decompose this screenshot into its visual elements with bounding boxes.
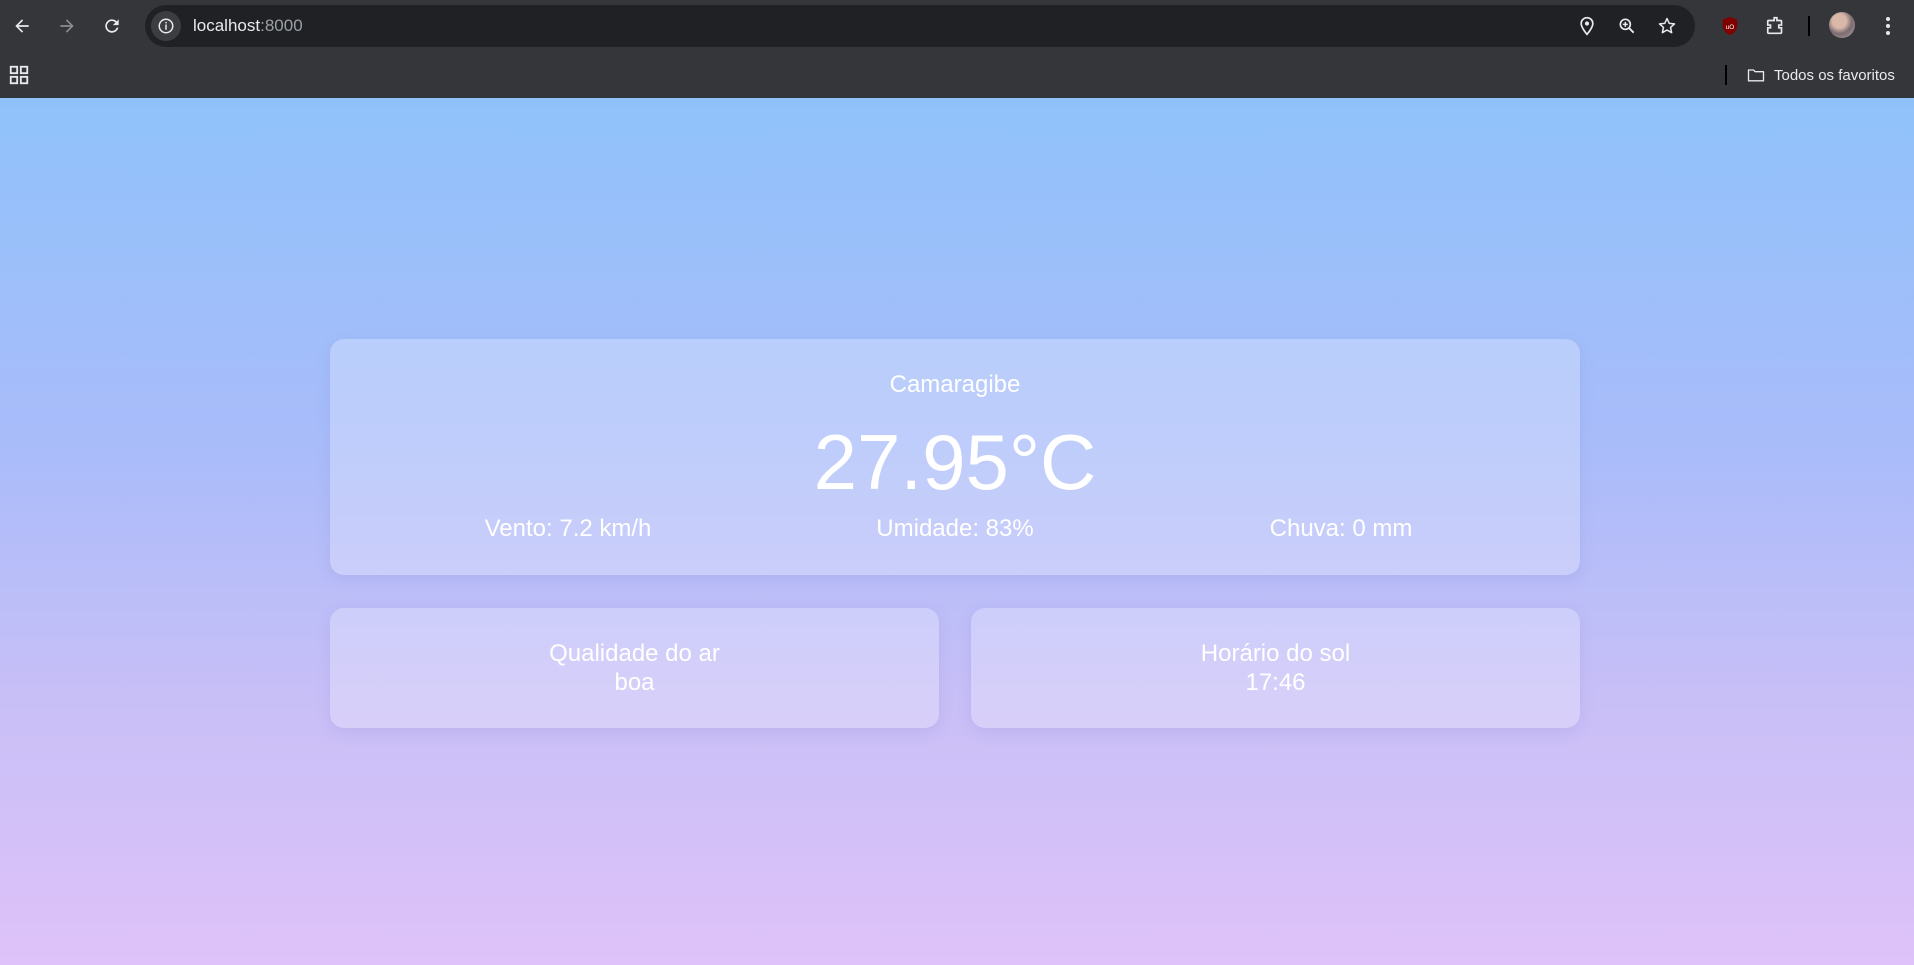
page-viewport: Camaragibe 27.95°C Vento: 7.2 km/h Umida…: [0, 98, 1914, 965]
avatar[interactable]: [1829, 12, 1855, 38]
folder-icon: [1747, 69, 1765, 82]
extensions-icon: [1766, 16, 1783, 35]
bookmark-star-button[interactable]: [1656, 15, 1678, 37]
back-button[interactable]: [4, 8, 40, 44]
url-port: :8000: [260, 16, 303, 35]
site-info-button[interactable]: [151, 11, 181, 41]
toolbar-separator: [1808, 16, 1810, 36]
back-icon: [15, 19, 29, 33]
apps-icon[interactable]: [8, 64, 30, 86]
svg-text:uO: uO: [1726, 24, 1735, 31]
site-info-icon: [158, 18, 174, 34]
zoom-button[interactable]: [1616, 15, 1638, 37]
reload-button[interactable]: [94, 8, 130, 44]
city-name: Camaragibe: [889, 371, 1021, 398]
sun-time-value: 17:46: [1245, 669, 1306, 696]
wind-stat: Vento: 7.2 km/h: [484, 515, 652, 542]
address-bar[interactable]: localhost:8000: [145, 5, 1695, 47]
menu-icon: [1886, 17, 1890, 35]
humidity-stat: Umidade: 83%: [876, 515, 1034, 542]
bookmarks-separator: [1725, 65, 1727, 85]
rain-stat: Chuva: 0 mm: [1269, 515, 1413, 542]
air-quality-card: Qualidade do ar boa: [330, 608, 939, 728]
air-quality-label: Qualidade do ar: [549, 640, 720, 667]
menu-button[interactable]: [1878, 14, 1898, 38]
bookmarks-bar: Todos os favoritos: [0, 52, 1914, 99]
ublock-extension-button[interactable]: uO: [1717, 13, 1743, 39]
zoom-icon: [1619, 18, 1635, 34]
sun-time-card: Horário do sol 17:46: [971, 608, 1580, 728]
ublock-icon: uO: [1722, 16, 1738, 36]
temperature: 27.95°C: [813, 418, 1097, 506]
all-bookmarks-folder[interactable]: Todos os favoritos: [1746, 62, 1895, 88]
sun-time-label: Horário do sol: [1200, 640, 1351, 667]
location-button[interactable]: [1576, 15, 1598, 37]
forward-icon: [60, 19, 74, 33]
weather-card: Camaragibe 27.95°C Vento: 7.2 km/h Umida…: [330, 339, 1580, 575]
location-icon: [1580, 16, 1594, 36]
reload-icon: [105, 19, 119, 33]
all-bookmarks-label: Todos os favoritos: [1774, 66, 1895, 84]
extensions-button[interactable]: [1763, 13, 1789, 39]
air-quality-value: boa: [614, 669, 655, 696]
browser-toolbar: localhost:8000 uO: [0, 0, 1914, 52]
forward-button[interactable]: [49, 8, 85, 44]
url-host: localhost: [193, 16, 261, 35]
star-icon: [1658, 17, 1676, 34]
